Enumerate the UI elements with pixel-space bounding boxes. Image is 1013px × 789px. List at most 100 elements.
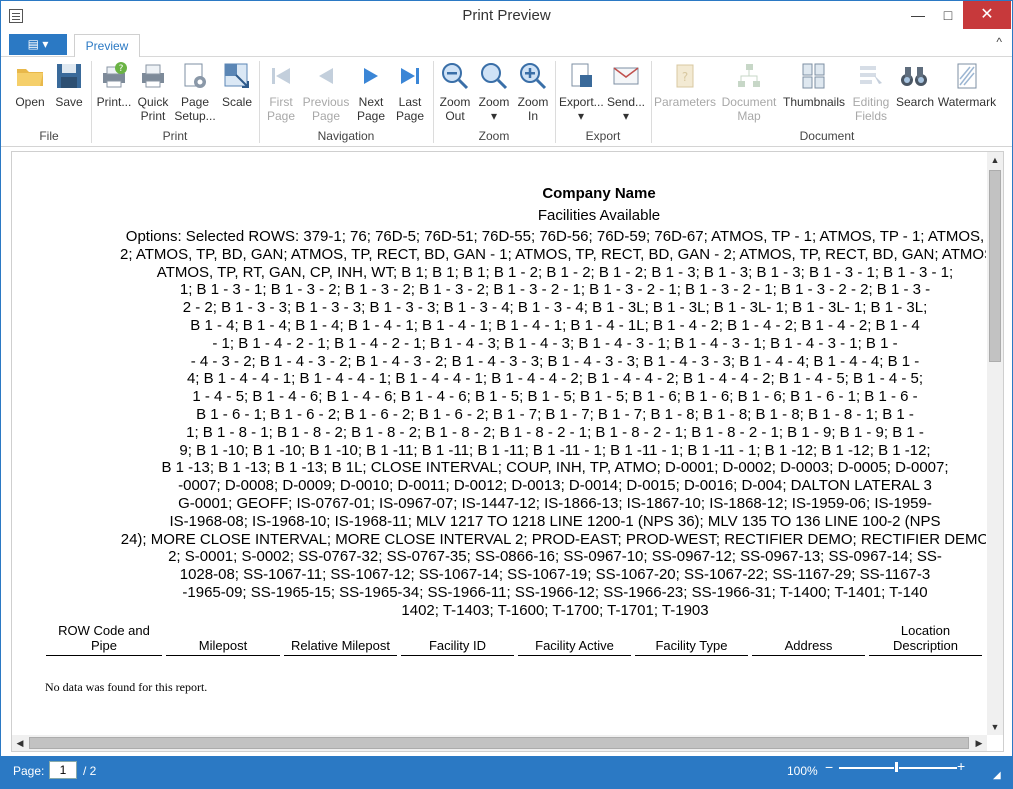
page-total: / 2 [83,764,97,778]
printer-icon [142,64,164,88]
previous-page-label-1: Previous [302,95,350,109]
quick-print-label-2: Print [140,109,166,123]
resize-grip-icon[interactable]: ◢ [993,770,1001,781]
column-header-facility-active: Facility Active [518,624,631,656]
separator [259,61,260,143]
search-label: Search [896,95,935,109]
export-label: Export... [559,95,604,109]
options-line: - 4 - 3 - 2; B 1 - 4 - 3 - 2; B 1 - 4 - … [190,352,920,370]
close-button[interactable]: ✕ [963,1,1011,29]
last-page-label-2: Page [395,109,425,123]
first-page-label-1: First [269,95,293,109]
svg-text:?: ? [119,64,124,74]
zoom-in-label-1: Zoom [517,95,549,109]
vertical-scrollbar[interactable]: ▲ ▼ [987,152,1003,735]
watermark-button[interactable]: Watermark [934,61,1000,127]
separator [433,61,434,143]
last-page-icon [401,68,419,84]
document-map-label-2: Map [737,109,761,123]
no-data-message: No data was found for this report. [45,680,208,694]
vertical-scroll-thumb[interactable] [989,170,1001,362]
horizontal-scrollbar[interactable]: ◀ ▶ [12,735,987,751]
options-line: IS-1968-08; IS-1968-10; IS-1968-11; MLV … [169,512,941,530]
print-label: Print... [96,95,132,109]
parameters-button[interactable]: ? Parameters [654,61,716,127]
export-group-label: Export [585,129,621,143]
zoom-in-label-2: In [527,109,538,123]
page-label: Page: [13,764,45,778]
last-page-label-1: Last [398,95,422,109]
maximize-button[interactable]: □ [931,1,965,29]
scroll-right-icon[interactable]: ▶ [971,735,987,751]
column-header-row-code: ROW Code and Pipe [46,623,162,656]
document-map-icon [738,64,760,87]
scroll-left-icon[interactable]: ◀ [12,735,28,751]
collapse-ribbon-icon[interactable]: ^ [996,35,1002,49]
send-button[interactable]: Send... ▾ [605,61,647,127]
thumbnails-button[interactable]: Thumbnails [782,61,846,127]
zoom-dropdown-button[interactable]: Zoom ▾ [475,61,513,127]
zoom-minus-icon[interactable]: − [825,759,833,775]
options-line: 1028-08; SS-1067-11; SS-1067-12; SS-1067… [179,566,931,584]
file-menu-button[interactable]: ▤ ▾ [9,34,67,55]
open-button[interactable]: Open [11,61,49,127]
zoom-in-icon [520,63,547,90]
page-setup-button[interactable]: Page Setup... [173,61,217,127]
next-page-icon [364,68,378,84]
quick-print-button[interactable]: Quick Print [135,61,171,127]
print-group-label: Print [162,129,188,143]
scale-icon [224,63,249,88]
options-line: Options: Selected ROWS: 379-1; 76; 76D-5… [125,228,985,245]
column-header-location-description: Location Description [869,623,982,656]
options-line: B 1 -13; B 1 -13; B 1 -13; B 1L; CLOSE I… [161,459,949,477]
options-line: G-0001; GEOFF; IS-0767-01; IS-0967-07; I… [178,494,932,512]
document-group-label: Document [799,129,855,143]
save-button[interactable]: Save [51,61,87,127]
print-preview-window: Print Preview — □ ✕ ▤ ▾ Preview ^ Open S… [0,0,1013,789]
scroll-down-icon[interactable]: ▼ [987,719,1003,735]
next-page-button[interactable]: Next Page [353,61,389,127]
report-subtitle: Facilities Available [537,207,661,224]
zoom-plus-icon[interactable]: + [957,758,965,774]
tab-preview[interactable]: Preview [74,34,140,58]
page-number-input[interactable]: 1 [49,761,77,779]
options-line: 24); MORE CLOSE INTERVAL; MORE CLOSE INT… [120,530,986,548]
report-page: Company Name Facilities Available Option… [14,154,986,734]
document-map-button[interactable]: Document Map [718,61,780,127]
zoom-out-button[interactable]: Zoom Out [437,61,473,127]
options-line: - 1; B 1 - 4 - 2 - 1; B 1 - 4 - 2 - 1; B… [212,334,898,352]
options-line: 2 - 2; B 1 - 3 - 3; B 1 - 3 - 3; B 1 - 3… [182,299,928,317]
search-button[interactable]: Search [896,61,935,127]
ribbon: Open Save File ? Print... Quick Print Pa… [1,57,1012,147]
zoom-level: 100% [787,764,818,778]
scroll-up-icon[interactable]: ▲ [987,152,1003,168]
document-viewer[interactable]: Company Name Facilities Available Option… [11,151,1004,752]
separator [555,61,556,143]
editing-fields-button[interactable]: Editing Fields [848,61,894,127]
title-bar: Print Preview — □ ✕ [1,1,1012,31]
zoom-in-button[interactable]: Zoom In [515,61,551,127]
scale-button[interactable]: Scale [219,61,255,127]
page-setup-label-2: Setup... [174,109,216,123]
binoculars-icon [901,67,927,86]
parameters-icon: ? [676,64,694,88]
save-label: Save [55,95,83,109]
print-button[interactable]: ? Print... [95,61,133,127]
horizontal-scroll-thumb[interactable] [29,737,969,749]
previous-page-label-2: Page [311,109,341,123]
watermark-icon [957,63,977,89]
next-page-label-2: Page [356,109,386,123]
editing-fields-label-1: Editing [852,95,890,109]
last-page-button[interactable]: Last Page [391,61,429,127]
options-line: 9; B 1 -10; B 1 -10; B 1 -10; B 1 -11; B… [179,441,931,459]
ribbon-tab-row: ▤ ▾ Preview ^ [1,31,1012,58]
zoom-slider-thumb[interactable] [894,761,899,773]
options-line: 2; ATMOS, TP, BD, GAN; ATMOS, TP, RECT, … [120,245,986,263]
previous-page-button[interactable]: Previous Page [301,61,351,127]
separator [651,61,652,143]
first-page-button[interactable]: First Page [263,61,299,127]
column-header-facility-id: Facility ID [401,624,514,656]
minimize-button[interactable]: — [901,1,935,29]
send-dropdown-arrow-icon: ▾ [622,109,630,123]
export-button[interactable]: Export... ▾ [559,61,604,127]
